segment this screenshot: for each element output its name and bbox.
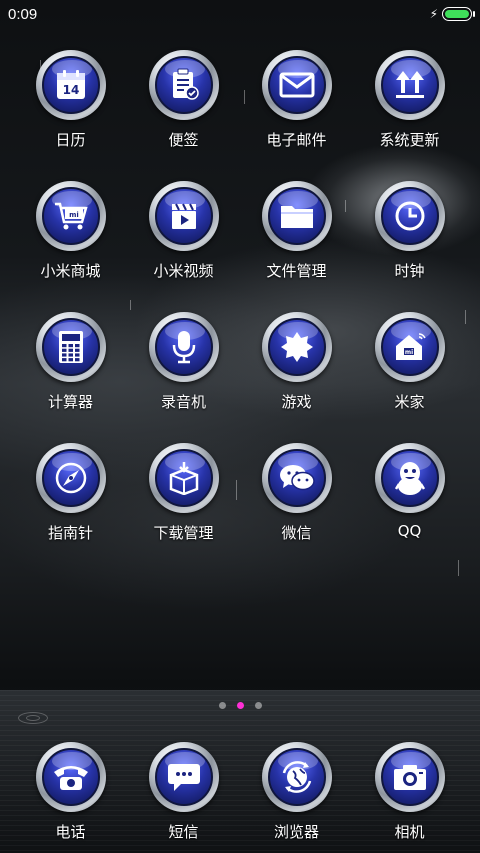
status-time: 0:09 [8,5,38,23]
app-label: 电子邮件 [266,131,327,149]
app-icon-chrome-ring[interactable]: 14 [35,50,106,120]
svg-text:14: 14 [62,83,79,97]
app-label: 系统更新 [379,131,440,149]
compass-icon[interactable] [41,449,100,507]
app-label: 下载管理 [153,524,214,542]
app-icon-chrome-ring[interactable] [374,742,445,812]
app-icon-chrome-ring[interactable] [261,742,332,812]
app-icon-chrome-ring[interactable]: mi [35,181,106,251]
dock: 电话 短信 浏览器 相机 [14,742,466,849]
app-smart-home[interactable]: mi 米家 [353,312,466,419]
page-indicator [0,702,480,709]
app-icon-chrome-ring[interactable] [374,443,445,513]
app-shopping-cart[interactable]: mi 小米商城 [14,181,127,288]
app-icon-chrome-ring[interactable] [374,181,445,251]
app-label: 计算器 [47,393,93,411]
app-update-arrows[interactable]: 系统更新 [353,50,466,157]
dock-app-browser-globe[interactable]: 浏览器 [240,742,353,849]
svg-text:mi: mi [404,349,412,356]
app-icon-chrome-ring[interactable] [374,50,445,120]
app-clock[interactable]: 时钟 [353,181,466,288]
app-label: 相机 [394,823,425,841]
app-label: 便签 [168,131,199,149]
update-arrows-icon[interactable] [380,56,439,114]
app-icon-chrome-ring[interactable]: mi [374,312,445,382]
smart-home-icon[interactable]: mi [380,318,439,376]
app-icon-chrome-ring[interactable] [148,181,219,251]
app-envelope[interactable]: 电子邮件 [240,50,353,157]
app-download-box[interactable]: 下载管理 [127,443,240,550]
wallpaper-ripple [26,715,40,721]
app-label: 日历 [55,131,86,149]
shopping-cart-icon[interactable]: mi [41,187,100,245]
qq-penguin-icon[interactable] [380,449,439,507]
microphone-icon[interactable] [154,318,213,376]
charging-bolt-icon: ⚡ [429,7,438,21]
clock-icon[interactable] [380,187,439,245]
app-label: 米家 [394,393,425,411]
app-icon-chrome-ring[interactable] [35,742,106,812]
app-label: 小米商城 [40,262,101,280]
envelope-icon[interactable] [267,56,326,114]
app-label: 指南针 [47,524,93,542]
app-icon-chrome-ring[interactable] [148,50,219,120]
app-label: 浏览器 [273,823,319,841]
status-indicators: ⚡ [429,7,475,21]
rain-streak [458,560,459,576]
clapperboard-icon[interactable] [154,187,213,245]
calculator-icon[interactable] [41,318,100,376]
app-label: QQ [397,522,422,540]
app-icon-chrome-ring[interactable] [261,50,332,120]
notepad-icon[interactable] [154,56,213,114]
dock-app-camera[interactable]: 相机 [353,742,466,849]
app-clapperboard[interactable]: 小米视频 [127,181,240,288]
phone-icon[interactable] [41,748,100,806]
camera-icon[interactable] [380,748,439,806]
app-icon-chrome-ring[interactable] [148,312,219,382]
app-microphone[interactable]: 录音机 [127,312,240,419]
wechat-icon[interactable] [267,449,326,507]
battery-icon [442,7,475,21]
battery-level [445,10,469,18]
app-icon-chrome-ring[interactable] [148,742,219,812]
app-label: 时钟 [394,262,425,280]
app-folder[interactable]: 文件管理 [240,181,353,288]
page-dot[interactable] [218,702,226,709]
app-notepad[interactable]: 便签 [127,50,240,157]
puzzle-icon[interactable] [267,318,326,376]
browser-globe-icon[interactable] [267,748,326,806]
app-wechat[interactable]: 微信 [240,443,353,550]
page-dot-active[interactable] [236,702,244,709]
calendar-icon[interactable]: 14 [41,56,100,114]
app-label: 短信 [168,823,199,841]
svg-text:mi: mi [69,211,79,219]
app-qq-penguin[interactable]: QQ [353,443,466,550]
status-bar: 0:09 ⚡ [0,0,480,28]
app-label: 游戏 [281,393,312,411]
app-label: 文件管理 [266,262,327,280]
dock-app-phone[interactable]: 电话 [14,742,127,849]
app-icon-chrome-ring[interactable] [35,312,106,382]
app-calculator[interactable]: 计算器 [14,312,127,419]
message-bubble-icon[interactable] [154,748,213,806]
app-icon-chrome-ring[interactable] [261,312,332,382]
app-icon-chrome-ring[interactable] [35,443,106,513]
app-puzzle[interactable]: 游戏 [240,312,353,419]
app-icon-chrome-ring[interactable] [261,443,332,513]
app-icon-chrome-ring[interactable] [261,181,332,251]
download-box-icon[interactable] [154,449,213,507]
app-label: 电话 [55,823,86,841]
app-label: 小米视频 [153,262,214,280]
dock-app-message-bubble[interactable]: 短信 [127,742,240,849]
app-grid: 14 日历 便签 电子邮件 系统更新 mi 小米商城 小米视频 文件管理 时钟计算器 录音机 游戏 mi… [14,50,466,550]
app-label: 微信 [281,524,312,542]
page-dot[interactable] [254,702,262,709]
app-calendar[interactable]: 14 日历 [14,50,127,157]
app-icon-chrome-ring[interactable] [148,443,219,513]
app-label: 录音机 [160,393,206,411]
folder-icon[interactable] [267,187,326,245]
app-compass[interactable]: 指南针 [14,443,127,550]
